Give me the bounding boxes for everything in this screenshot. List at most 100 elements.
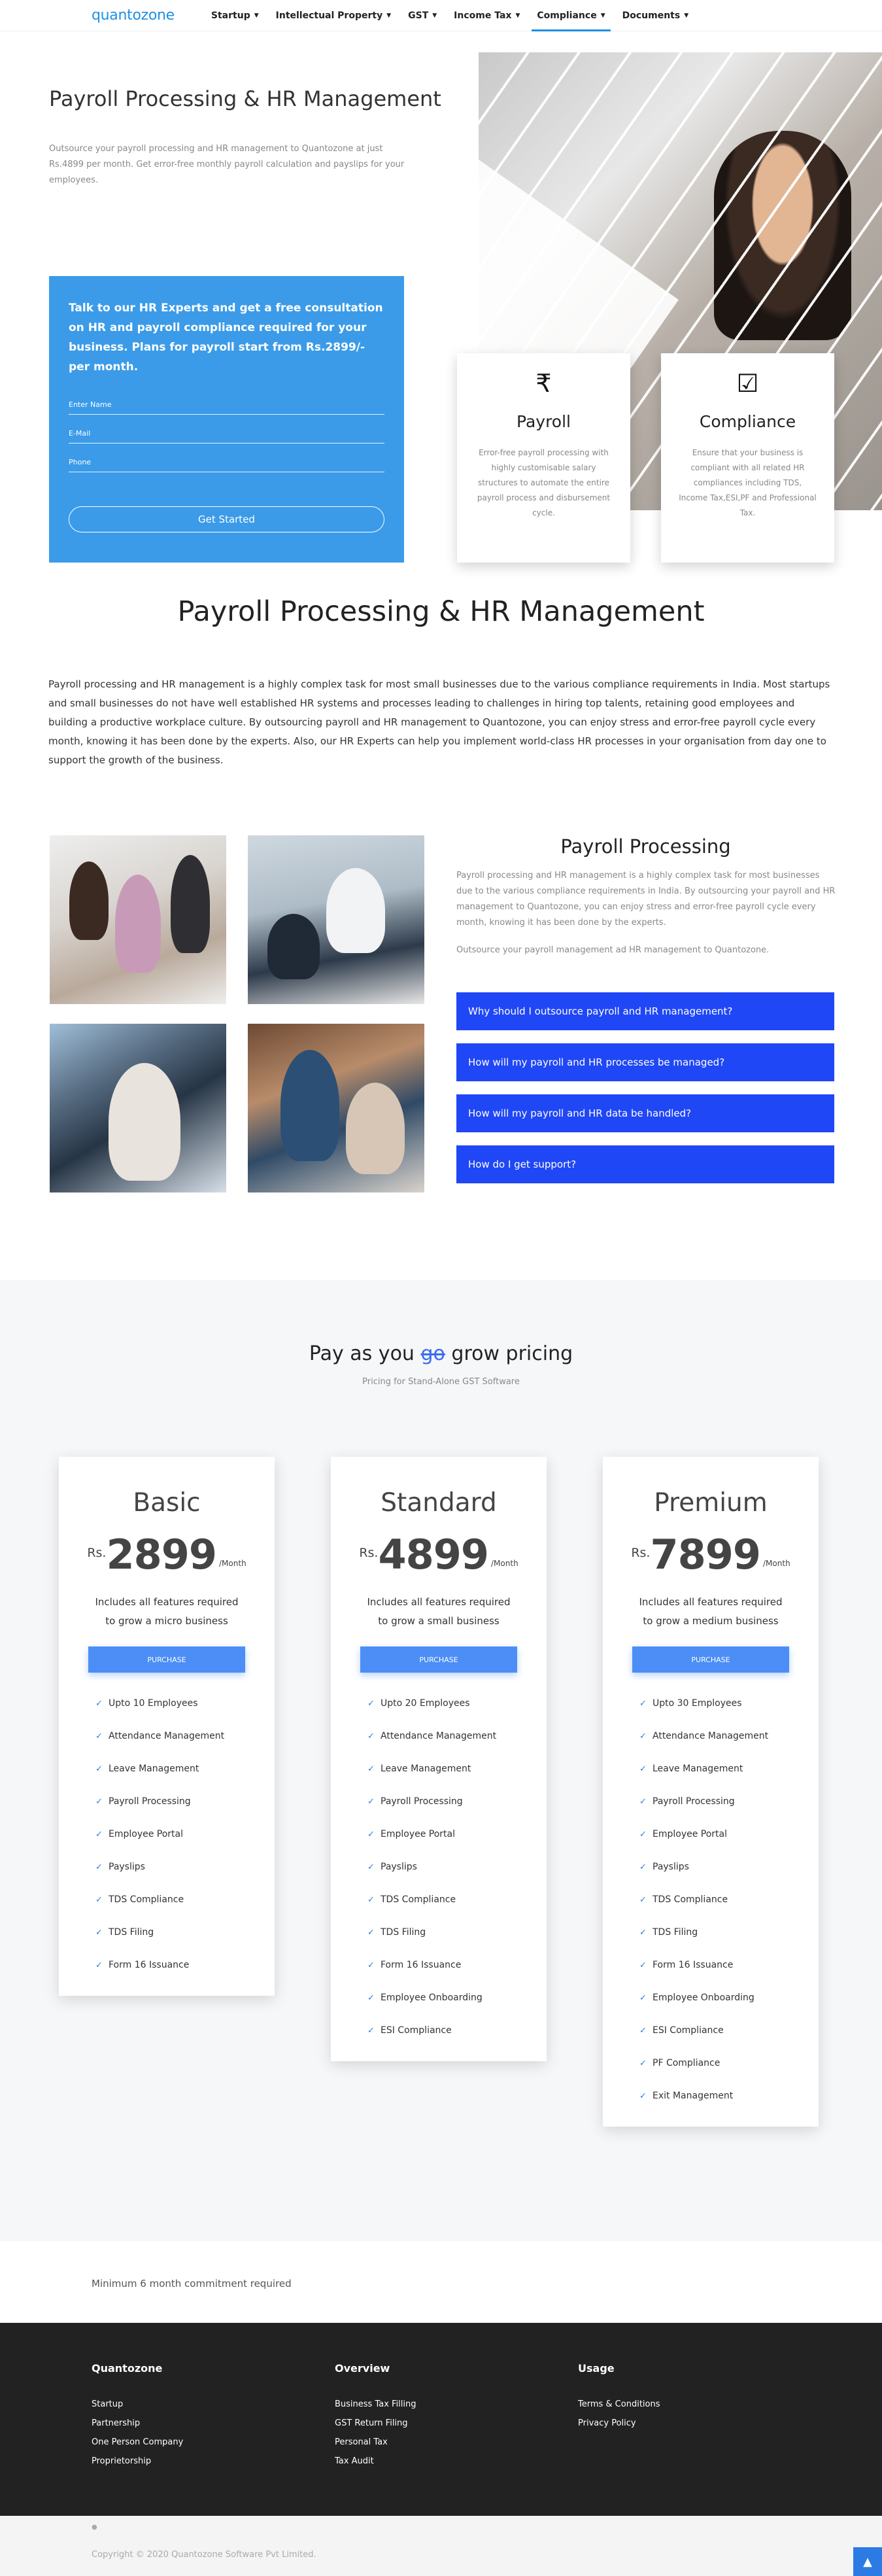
footer-link[interactable]: One Person Company [92, 2437, 183, 2447]
nav-startup[interactable]: Startup ▼ [211, 0, 259, 31]
check-icon: ✓ [367, 1927, 375, 1938]
check-icon: ✓ [367, 1894, 375, 1905]
copyright-bar: ● Copyright © 2020 Quantozone Software P… [0, 2516, 882, 2576]
currency: Rs. [631, 1546, 651, 1560]
purchase-button[interactable]: PURCHASE [88, 1646, 245, 1673]
faq-item[interactable]: How will my payroll and HR processes be … [456, 1043, 834, 1081]
feature-item: ✓ Employee Portal [367, 1818, 547, 1851]
feature-label: TDS Compliance [381, 1894, 456, 1905]
payroll-processing-section: Payroll Processing Payroll processing an… [0, 835, 882, 1280]
feature-item: ✓ TDS Filing [639, 1916, 819, 1949]
price-period: /Month [491, 1559, 518, 1568]
footer-link[interactable]: Tax Audit [335, 2456, 416, 2466]
feature-label: Employee Portal [653, 1829, 728, 1839]
footer-link[interactable]: Terms & Conditions [578, 2399, 660, 2409]
nav-gst[interactable]: GST ▼ [408, 0, 437, 31]
get-started-button[interactable]: Get Started [69, 506, 384, 532]
nav-label: Income Tax [454, 10, 512, 21]
pricing-title-part: Pay as you [309, 1342, 421, 1365]
check-icon: ✓ [367, 1960, 375, 1970]
purchase-button[interactable]: PURCHASE [360, 1646, 517, 1673]
nav-intellectual-property[interactable]: Intellectual Property ▼ [276, 0, 391, 31]
consultation-form: Talk to our HR Experts and get a free co… [49, 276, 404, 563]
hero-intro: Outsource your payroll processing and HR… [49, 144, 405, 185]
nav-compliance[interactable]: Compliance ▼ [532, 0, 611, 31]
check-icon: ✓ [639, 1993, 647, 2003]
footer-link[interactable]: Personal Tax [335, 2437, 416, 2447]
plan-name: Premium [654, 1488, 768, 1518]
footer-link[interactable]: Startup [92, 2399, 183, 2409]
hero-section: Payroll Processing & HR Management Outso… [0, 31, 882, 563]
check-icon: ✓ [639, 2091, 647, 2101]
top-navbar: quantozone Startup ▼ Intellectual Propert… [0, 0, 882, 31]
check-icon: ✓ [639, 2058, 647, 2068]
plan-description: Includes all features required to grow a… [95, 1596, 239, 1627]
chevron-down-icon: ▼ [684, 12, 689, 19]
feature-item: ✓ Upto 10 Employees [95, 1687, 275, 1720]
colleagues-computer-photo [248, 1024, 424, 1192]
overview-paragraph: Payroll processing and HR management is … [48, 678, 830, 766]
feature-label: Upto 10 Employees [109, 1698, 198, 1709]
logo[interactable]: quantozone [92, 7, 175, 24]
nav-documents[interactable]: Documents ▼ [622, 0, 689, 31]
faq-item[interactable]: How will my payroll and HR data be handl… [456, 1094, 834, 1132]
feature-text: Error-free payroll processing with highl… [477, 448, 611, 517]
section-text-secondary: Outsource your payroll management ad HR … [456, 945, 770, 955]
footer-link[interactable]: Proprietorship [92, 2456, 183, 2466]
check-icon: ✓ [367, 1829, 375, 1839]
feature-label: TDS Filing [653, 1927, 698, 1938]
name-field[interactable]: Enter Name [69, 400, 384, 415]
feature-item: ✓ ESI Compliance [639, 2014, 819, 2047]
footer-link[interactable]: Partnership [92, 2418, 183, 2428]
feature-item: ✓ Form 16 Issuance [367, 1949, 547, 1981]
feature-item: ✓ Payroll Processing [95, 1785, 275, 1818]
plan-name: Basic [133, 1488, 201, 1518]
nav-label: Documents [622, 10, 681, 21]
feature-item: ✓ Attendance Management [95, 1720, 275, 1752]
feature-item: ✓ TDS Compliance [639, 1883, 819, 1916]
feature-label: Employee Onboarding [653, 1993, 755, 2003]
overview-section: Payroll Processing & HR Management Payro… [0, 548, 882, 770]
check-icon: ✓ [95, 1862, 103, 1872]
phone-field[interactable]: Phone [69, 458, 384, 472]
footer-link[interactable]: Business Tax Filling [335, 2399, 416, 2409]
feature-item: ✓ Employee Portal [95, 1818, 275, 1851]
check-icon: ✓ [367, 1698, 375, 1709]
scroll-to-top-button[interactable]: ▲ [853, 2547, 882, 2576]
feature-card-compliance: ☑ Compliance Ensure that your business i… [661, 353, 834, 563]
feature-label: TDS Filing [109, 1927, 154, 1938]
plan-features: ✓ Upto 20 Employees ✓ Attendance Managemen… [331, 1673, 547, 2061]
footer-link[interactable]: Privacy Policy [578, 2418, 660, 2428]
check-icon: ✓ [639, 1862, 647, 1872]
feature-item: ✓ Payslips [367, 1851, 547, 1883]
check-icon: ✓ [367, 2025, 375, 2036]
consultation-text: Talk to our HR Experts and get a free co… [69, 302, 383, 374]
feature-label: Upto 20 Employees [381, 1698, 470, 1709]
price-amount: 2899 [106, 1531, 217, 1578]
faq-item[interactable]: How do I get support? [456, 1145, 834, 1183]
check-icon: ✓ [367, 1796, 375, 1807]
nav-label: Startup [211, 10, 250, 21]
feature-label: Exit Management [653, 2091, 734, 2101]
price-period: /Month [219, 1559, 246, 1568]
feature-item: ✓ ESI Compliance [367, 2014, 547, 2047]
nav-income-tax[interactable]: Income Tax ▼ [454, 0, 520, 31]
email-field[interactable]: E-Mail [69, 429, 384, 444]
feature-label: Form 16 Issuance [653, 1960, 734, 1970]
pricing-card-premium: Premium Rs. 7899 /Month Includes all fea… [603, 1457, 819, 2127]
feature-item: ✓ Attendance Management [367, 1720, 547, 1752]
plan-price: Rs. 4899 /Month [331, 1531, 547, 1578]
footer-column-overview: Overview Business Tax Filling GST Return… [335, 2362, 416, 2475]
faq-item[interactable]: Why should I outsource payroll and HR ma… [456, 992, 834, 1030]
footer-column-quantozone: Quantozone Startup Partnership One Perso… [92, 2362, 183, 2475]
feature-text: Ensure that your business is compliant w… [679, 448, 817, 517]
footer-link[interactable]: GST Return Filing [335, 2418, 416, 2428]
footer-column-usage: Usage Terms & Conditions Privacy Policy [578, 2362, 660, 2437]
feature-label: Leave Management [381, 1764, 471, 1774]
check-icon: ✓ [95, 1894, 103, 1905]
section-title: Payroll Processing & HR Management [177, 595, 705, 628]
pricing-card-standard: Standard Rs. 4899 /Month Includes all fe… [331, 1457, 547, 2061]
purchase-button[interactable]: PURCHASE [632, 1646, 789, 1673]
plan-features: ✓ Upto 10 Employees ✓ Attendance Managemen… [59, 1673, 275, 1996]
feature-label: TDS Compliance [653, 1894, 728, 1905]
